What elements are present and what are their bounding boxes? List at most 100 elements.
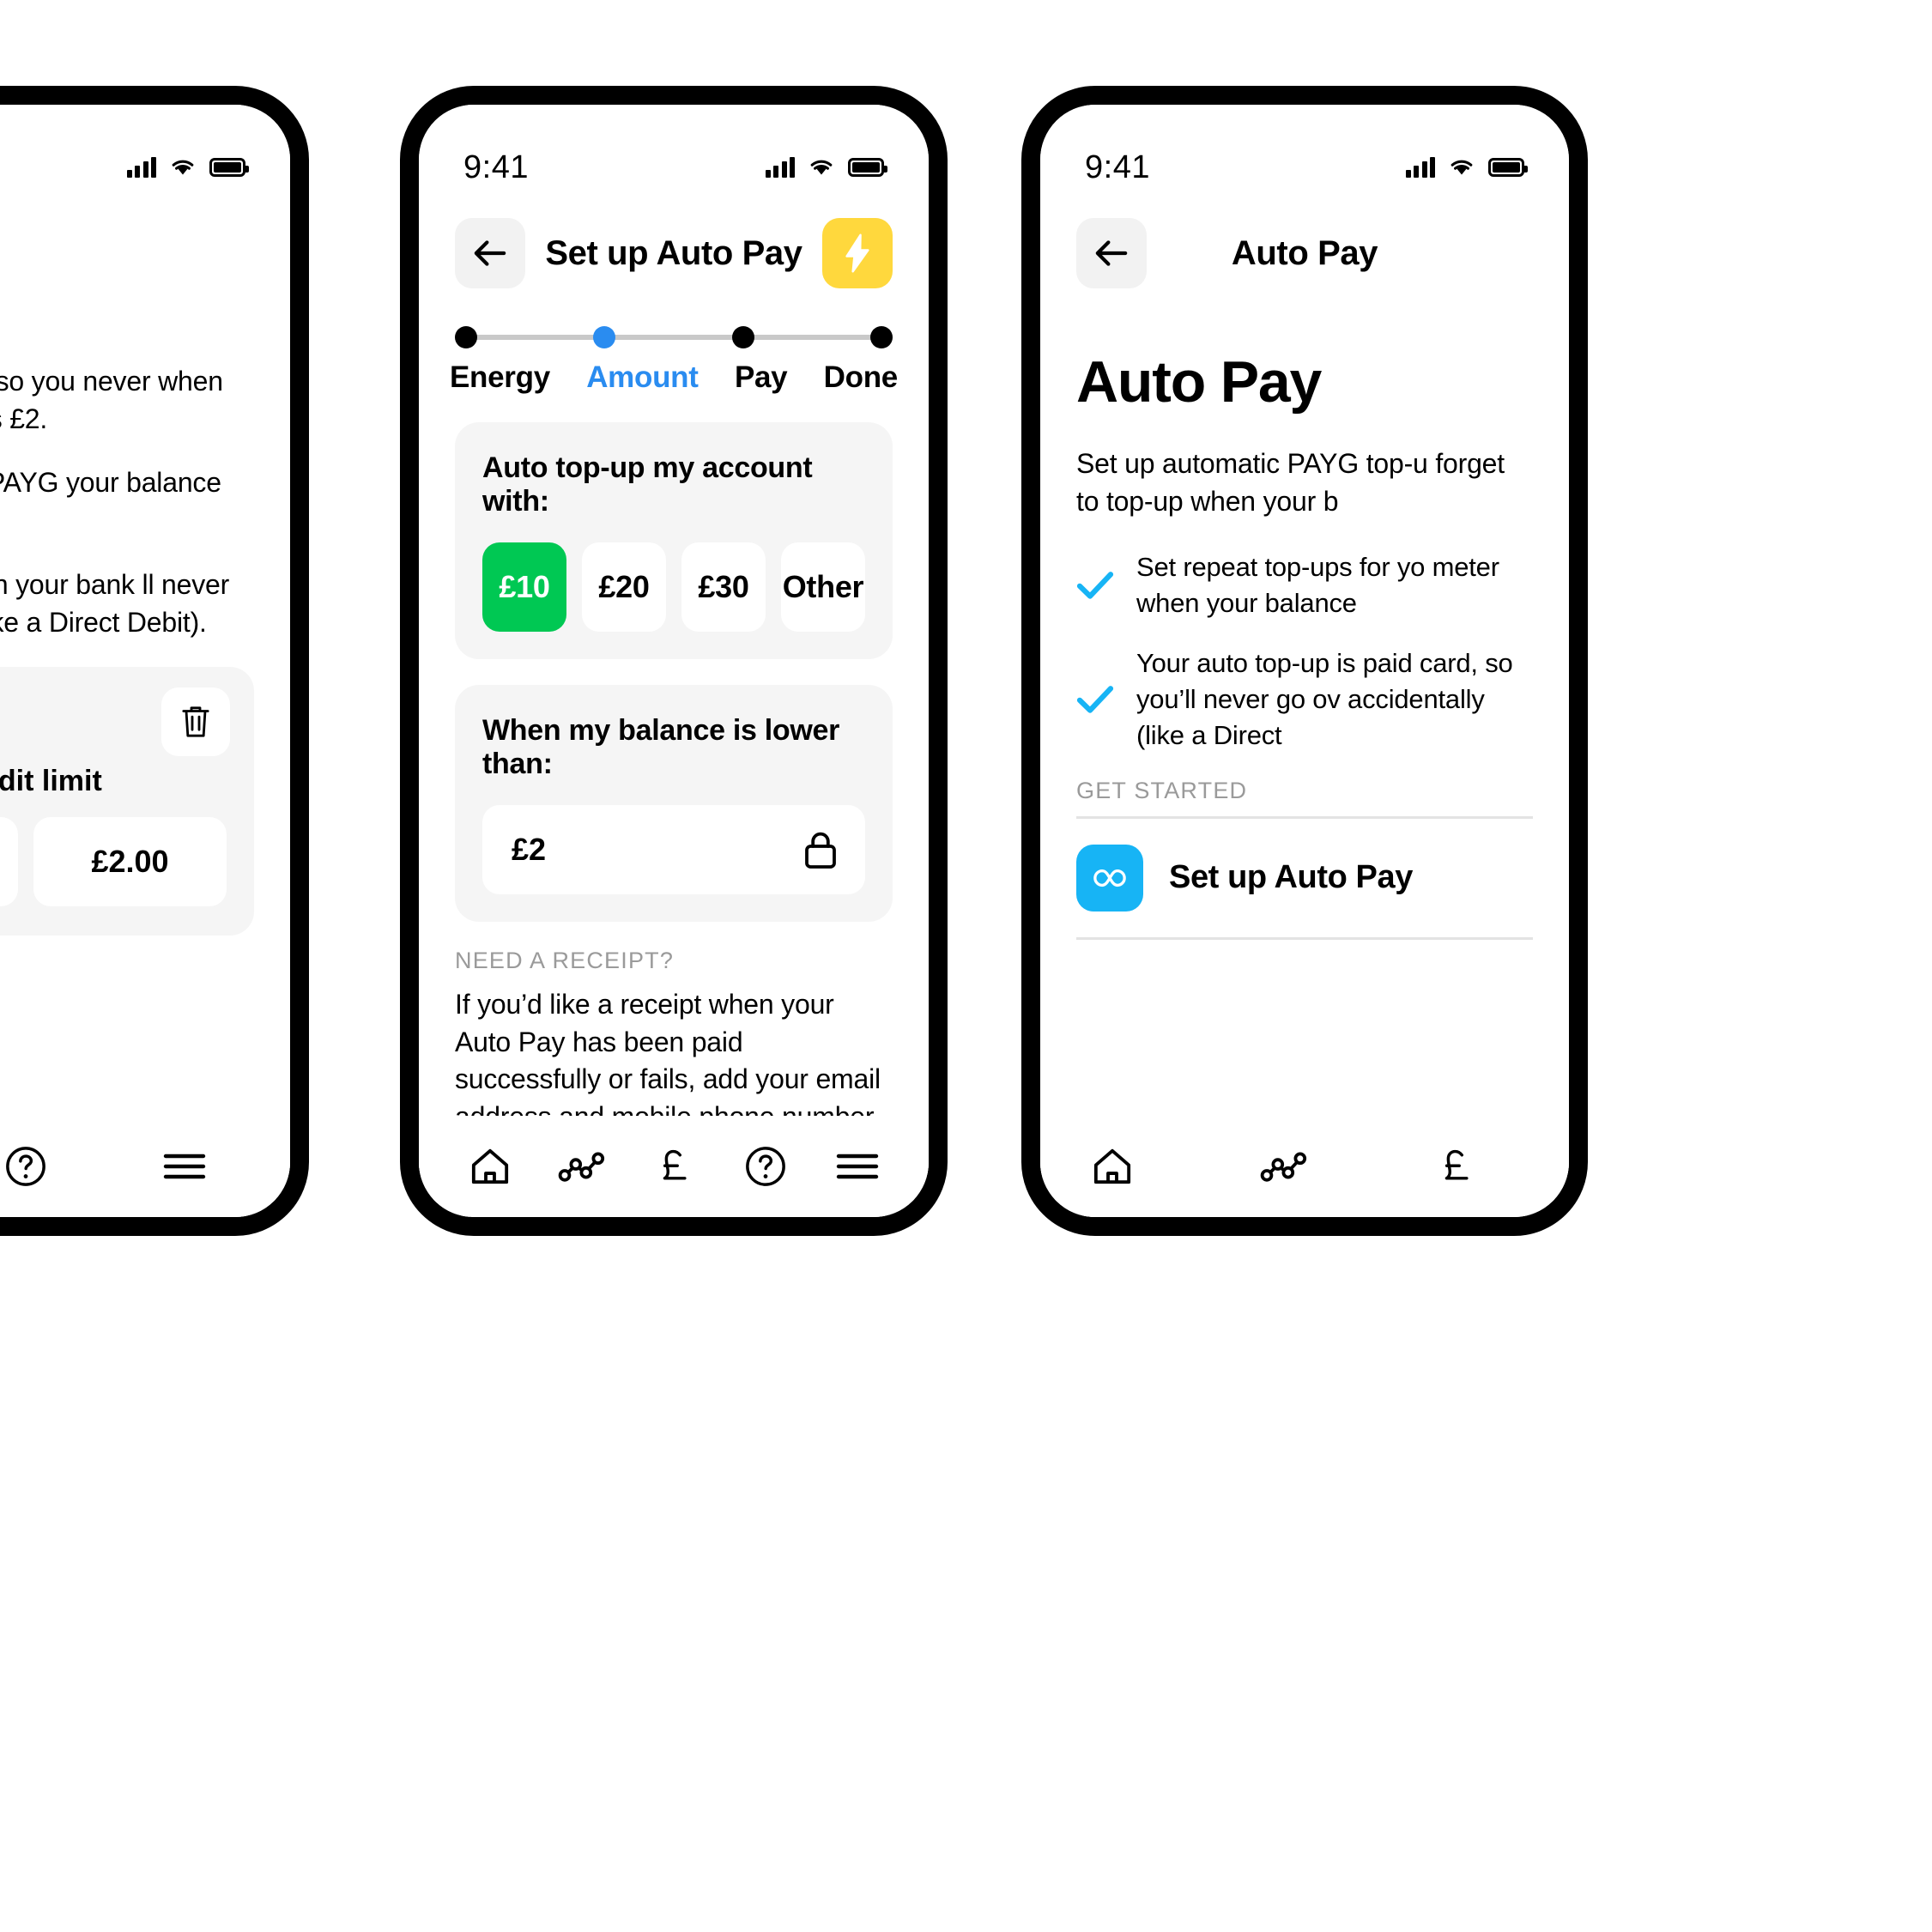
amount-option-10[interactable]: £10 bbox=[482, 542, 566, 632]
page-title-left: Auto Pay bbox=[0, 234, 254, 273]
divider-bottom bbox=[1076, 936, 1533, 940]
step-label-energy: Energy bbox=[450, 360, 550, 394]
limit-value-1[interactable]: £2.00 bbox=[33, 816, 227, 906]
nav-bar-center: Set up Auto Pay bbox=[419, 206, 929, 300]
pound-icon bbox=[1444, 1149, 1469, 1180]
benefit-item-1: Set repeat top-ups for yo meter when you… bbox=[1076, 549, 1533, 621]
tab-menu[interactable] bbox=[150, 1132, 219, 1201]
step-label-done: Done bbox=[823, 360, 899, 394]
signal-bars-icon bbox=[1405, 157, 1435, 178]
status-bar-right: 9:41 bbox=[1040, 105, 1569, 206]
topup-card-title: Auto top-up my account with: bbox=[482, 451, 813, 518]
receipt-section-label: NEED A RECEIPT? bbox=[455, 948, 675, 973]
back-button[interactable] bbox=[455, 218, 525, 288]
step-dot-pay[interactable] bbox=[731, 326, 754, 348]
step-dot-energy[interactable] bbox=[455, 326, 477, 348]
balance-threshold-card: When my balance is lower than: £2 bbox=[455, 685, 893, 922]
status-bar-left bbox=[0, 105, 290, 206]
status-bar-center: 9:41 bbox=[419, 105, 929, 206]
auto-pay-intro: Set up automatic PAYG top-u forget to to… bbox=[1076, 448, 1505, 518]
check-icon bbox=[1076, 572, 1114, 599]
infinity-icon bbox=[1093, 869, 1126, 887]
limit-value-0[interactable] bbox=[0, 816, 18, 906]
tab-pay[interactable] bbox=[639, 1132, 708, 1201]
step-label-amount: Amount bbox=[586, 360, 699, 394]
signal-bars-icon bbox=[765, 157, 795, 178]
wifi-icon bbox=[172, 160, 194, 175]
menu-icon bbox=[164, 1154, 206, 1179]
paragraph-3: op-up is paid with your bank ll never go… bbox=[0, 568, 230, 638]
benefit-item-2: Your auto top-up is paid card, so you’ll… bbox=[1076, 645, 1533, 754]
screen-right: 9:41 Auto Pay Auto Pay Set up automatic … bbox=[1040, 105, 1569, 1217]
wifi-icon bbox=[1451, 160, 1473, 175]
usage-graph-icon bbox=[1260, 1152, 1307, 1182]
pound-icon bbox=[663, 1149, 687, 1180]
wifi-icon bbox=[810, 160, 833, 175]
screen-left: Auto Pay c PAYG top-ups so you never whe… bbox=[0, 105, 290, 1217]
status-icons bbox=[126, 157, 249, 178]
signal-bars-icon bbox=[126, 157, 156, 178]
screen-center: 9:41 Set up Auto Pay Energy Amount Pay D… bbox=[419, 105, 929, 1217]
trash-icon bbox=[182, 706, 209, 737]
tab-usage[interactable] bbox=[548, 1132, 616, 1201]
delete-button[interactable] bbox=[161, 687, 230, 756]
paragraph-1: c PAYG top-ups so you never when your ba… bbox=[0, 366, 223, 435]
status-icons bbox=[765, 157, 887, 178]
nav-bar-left: Auto Pay bbox=[0, 206, 290, 300]
setup-auto-pay-label: Set up Auto Pay bbox=[1169, 859, 1413, 896]
status-icons bbox=[1405, 157, 1528, 178]
phone-right: 9:41 Auto Pay Auto Pay Set up automatic … bbox=[1021, 86, 1588, 1236]
battery-icon bbox=[209, 158, 249, 177]
phone-center: 9:41 Set up Auto Pay Energy Amount Pay D… bbox=[400, 86, 948, 1236]
check-icon bbox=[1076, 685, 1114, 713]
status-time: 9:41 bbox=[463, 148, 529, 185]
tab-help[interactable] bbox=[731, 1132, 800, 1201]
lightning-button[interactable] bbox=[822, 218, 893, 288]
question-circle-icon bbox=[6, 1147, 45, 1186]
tab-help[interactable] bbox=[0, 1132, 60, 1201]
get-started-label: GET STARTED bbox=[1076, 777, 1248, 803]
infinity-icon-tile bbox=[1076, 844, 1143, 911]
tab-pay[interactable] bbox=[1421, 1132, 1490, 1201]
credit-limit-values: £2.00 bbox=[0, 816, 227, 906]
lock-icon bbox=[805, 832, 836, 869]
tab-bar-left bbox=[0, 1116, 290, 1217]
step-label-pay: Pay bbox=[734, 360, 788, 394]
topup-amount-card: Auto top-up my account with: £10 £20 £30… bbox=[455, 422, 893, 659]
tab-menu[interactable] bbox=[823, 1132, 892, 1201]
amount-option-30[interactable]: £30 bbox=[681, 542, 766, 632]
stepper-labels: Energy Amount Pay Done bbox=[450, 360, 898, 395]
status-time: 9:41 bbox=[1085, 148, 1150, 185]
credit-limit-title: Credit limit bbox=[0, 764, 102, 797]
menu-icon bbox=[836, 1154, 878, 1179]
screenshot-canvas: Auto Pay c PAYG top-ups so you never whe… bbox=[0, 0, 1932, 1932]
balance-card-title: When my balance is lower than: bbox=[482, 714, 840, 780]
benefit-text-2: Your auto top-up is paid card, so you’ll… bbox=[1136, 648, 1513, 750]
tab-usage[interactable] bbox=[1250, 1132, 1318, 1201]
amount-options: £10 £20 £30 Other bbox=[482, 542, 865, 632]
page-title-center: Set up Auto Pay bbox=[545, 233, 802, 272]
step-dot-amount[interactable] bbox=[593, 326, 616, 348]
battery-icon bbox=[848, 158, 887, 177]
auto-pay-heading: Auto Pay bbox=[1076, 349, 1322, 415]
setup-auto-pay-row[interactable]: Set up Auto Pay bbox=[1076, 819, 1533, 937]
back-button[interactable] bbox=[1076, 218, 1147, 288]
balance-threshold-value: £2 bbox=[512, 832, 547, 867]
content-right: Auto Pay Set up automatic PAYG top-u for… bbox=[1040, 319, 1569, 1217]
tab-home[interactable] bbox=[456, 1132, 524, 1201]
step-dot-done[interactable] bbox=[869, 326, 893, 348]
balance-threshold-field[interactable]: £2 bbox=[482, 805, 865, 894]
credit-limit-card: Credit limit £2.00 bbox=[0, 666, 254, 936]
setup-stepper: Energy Amount Pay Done bbox=[419, 326, 929, 395]
tab-bar-center bbox=[419, 1116, 929, 1217]
home-icon bbox=[1093, 1148, 1131, 1184]
nav-bar-right: Auto Pay bbox=[1040, 206, 1569, 300]
amount-option-20[interactable]: £20 bbox=[582, 542, 666, 632]
tab-home[interactable] bbox=[1078, 1132, 1147, 1201]
paragraph-2: op-ups for your PAYG your balance reache… bbox=[0, 467, 221, 499]
arrow-left-icon bbox=[1095, 240, 1128, 266]
amount-option-other[interactable]: Other bbox=[781, 542, 865, 632]
question-circle-icon bbox=[745, 1147, 785, 1186]
tab-bar-right bbox=[1040, 1116, 1569, 1217]
battery-icon bbox=[1488, 158, 1528, 177]
